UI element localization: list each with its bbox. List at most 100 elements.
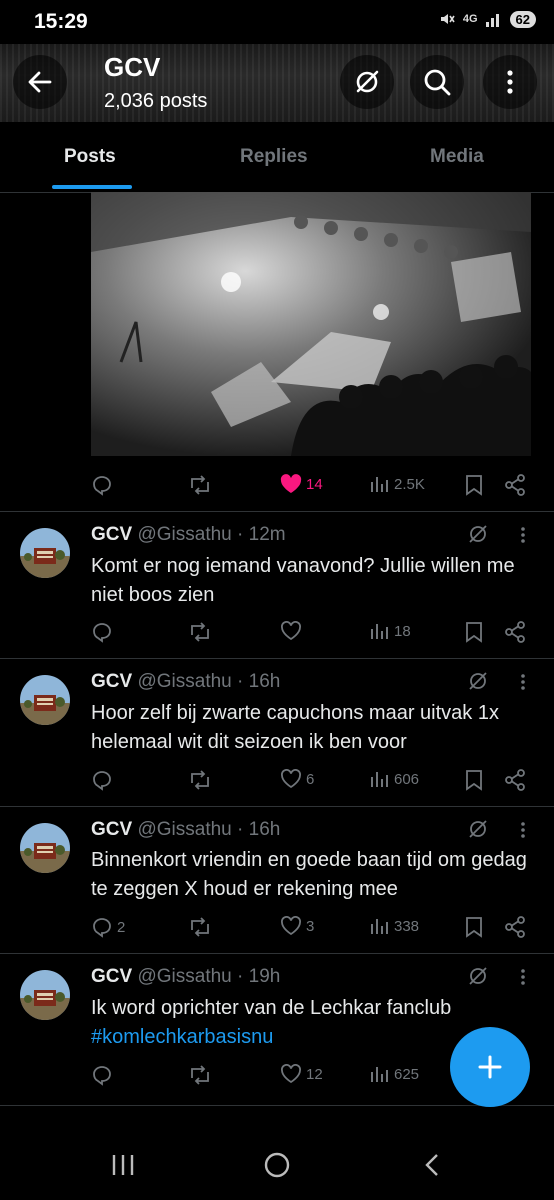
compose-button[interactable] bbox=[450, 1027, 530, 1107]
grok-icon[interactable] bbox=[467, 670, 489, 692]
reply-button[interactable] bbox=[91, 621, 117, 643]
tweet-header: GCV @Gissathu · 16h bbox=[91, 671, 281, 692]
like-button[interactable]: 14 bbox=[280, 474, 323, 494]
like-count: 12 bbox=[306, 1065, 323, 1083]
tab-replies[interactable]: Replies bbox=[240, 146, 308, 168]
mute-icon bbox=[440, 14, 455, 24]
author-name[interactable]: GCV bbox=[91, 524, 132, 545]
tweet-header: GCV @Gissathu · 19h bbox=[91, 966, 281, 987]
repost-button[interactable] bbox=[188, 769, 216, 791]
repost-button[interactable] bbox=[188, 1064, 216, 1086]
share-button[interactable] bbox=[504, 769, 526, 791]
more-vertical-icon bbox=[507, 70, 513, 94]
more-vertical-icon[interactable] bbox=[520, 968, 526, 986]
avatar-image bbox=[20, 970, 70, 1020]
views-icon bbox=[371, 919, 388, 934]
views-button[interactable]: 2.5K bbox=[370, 474, 425, 494]
author-handle[interactable]: @Gissathu bbox=[137, 524, 231, 545]
like-button[interactable] bbox=[280, 621, 306, 641]
grok-icon[interactable] bbox=[467, 965, 489, 987]
author-name[interactable]: GCV bbox=[91, 671, 132, 692]
reply-button[interactable] bbox=[91, 474, 117, 496]
back-button[interactable] bbox=[13, 55, 67, 109]
tab-posts[interactable]: Posts bbox=[64, 146, 116, 168]
tweet-time: 19h bbox=[248, 966, 281, 987]
repost-icon bbox=[191, 475, 209, 495]
author-name[interactable]: GCV bbox=[91, 819, 132, 840]
bookmark-icon bbox=[466, 770, 482, 791]
avatar-image bbox=[20, 823, 70, 873]
repost-button[interactable] bbox=[188, 916, 216, 938]
views-icon bbox=[371, 477, 388, 492]
views-icon bbox=[371, 1067, 388, 1082]
more-vertical-icon[interactable] bbox=[520, 673, 526, 691]
heart-icon bbox=[281, 916, 301, 936]
more-vertical-icon[interactable] bbox=[520, 821, 526, 839]
repost-button[interactable] bbox=[188, 621, 216, 643]
repost-button[interactable] bbox=[188, 474, 216, 496]
views-button[interactable]: 606 bbox=[370, 769, 419, 789]
repost-icon bbox=[191, 917, 209, 937]
bookmark-button[interactable] bbox=[465, 769, 483, 791]
share-button[interactable] bbox=[504, 916, 526, 938]
divider bbox=[0, 658, 554, 659]
like-button[interactable]: 6 bbox=[280, 769, 314, 789]
author-name[interactable]: GCV bbox=[91, 966, 132, 987]
hashtag-link[interactable]: #komlechkarbasisnu bbox=[91, 1026, 273, 1048]
grok-icon[interactable] bbox=[467, 523, 489, 545]
views-button[interactable]: 338 bbox=[370, 916, 419, 936]
like-button[interactable]: 12 bbox=[280, 1064, 323, 1084]
author-handle[interactable]: @Gissathu bbox=[137, 819, 231, 840]
avatar[interactable] bbox=[20, 823, 70, 873]
reply-button[interactable] bbox=[91, 1064, 117, 1086]
bookmark-icon bbox=[466, 917, 482, 938]
author-handle[interactable]: @Gissathu bbox=[137, 966, 231, 987]
post-media-image[interactable] bbox=[91, 192, 531, 456]
views-icon bbox=[371, 772, 388, 787]
like-button[interactable]: 3 bbox=[280, 916, 314, 936]
recent-apps-icon[interactable] bbox=[110, 1152, 136, 1178]
heart-icon bbox=[281, 1064, 301, 1084]
active-tab-indicator bbox=[52, 185, 132, 189]
plus-icon bbox=[478, 1055, 502, 1079]
share-button[interactable] bbox=[504, 621, 526, 643]
more-options-button[interactable] bbox=[483, 55, 537, 109]
profile-name: GCV bbox=[104, 52, 161, 82]
stadium-smoke-photo bbox=[91, 192, 531, 456]
view-count: 18 bbox=[394, 622, 411, 640]
search-button[interactable] bbox=[410, 55, 464, 109]
reply-button[interactable]: 2 bbox=[91, 916, 125, 938]
status-bar: 15:29 4G 62 bbox=[0, 0, 554, 44]
view-count: 625 bbox=[394, 1065, 420, 1083]
bookmark-button[interactable] bbox=[465, 474, 483, 496]
bookmark-icon bbox=[466, 475, 482, 496]
avatar[interactable] bbox=[20, 528, 70, 578]
bookmark-button[interactable] bbox=[465, 621, 483, 643]
status-time: 15:29 bbox=[34, 10, 88, 33]
profile-tabs: Posts Replies Media bbox=[0, 122, 554, 193]
grok-button[interactable] bbox=[340, 55, 394, 109]
more-vertical-icon[interactable] bbox=[520, 526, 526, 544]
battery-level: 62 bbox=[515, 11, 530, 27]
repost-icon bbox=[191, 622, 209, 642]
reply-icon bbox=[93, 623, 111, 643]
divider bbox=[0, 511, 554, 512]
avatar[interactable] bbox=[20, 675, 70, 725]
repost-icon bbox=[191, 1065, 209, 1085]
back-nav-icon[interactable] bbox=[422, 1152, 442, 1178]
reply-button[interactable] bbox=[91, 769, 117, 791]
avatar[interactable] bbox=[20, 970, 70, 1020]
profile-header-banner bbox=[0, 44, 554, 122]
views-button[interactable]: 625 bbox=[370, 1064, 419, 1084]
author-handle[interactable]: @Gissathu bbox=[137, 671, 231, 692]
battery-badge: 62 bbox=[509, 10, 536, 28]
views-button[interactable]: 18 bbox=[370, 621, 411, 641]
divider bbox=[0, 953, 554, 954]
tweet-text: Binnenkort vriendin en goede baan tijd o… bbox=[91, 849, 527, 900]
tab-media[interactable]: Media bbox=[430, 146, 484, 168]
share-button[interactable] bbox=[504, 474, 526, 496]
bookmark-button[interactable] bbox=[465, 916, 483, 938]
grok-icon[interactable] bbox=[467, 818, 489, 840]
reply-icon bbox=[93, 771, 111, 791]
home-icon[interactable] bbox=[264, 1152, 290, 1178]
